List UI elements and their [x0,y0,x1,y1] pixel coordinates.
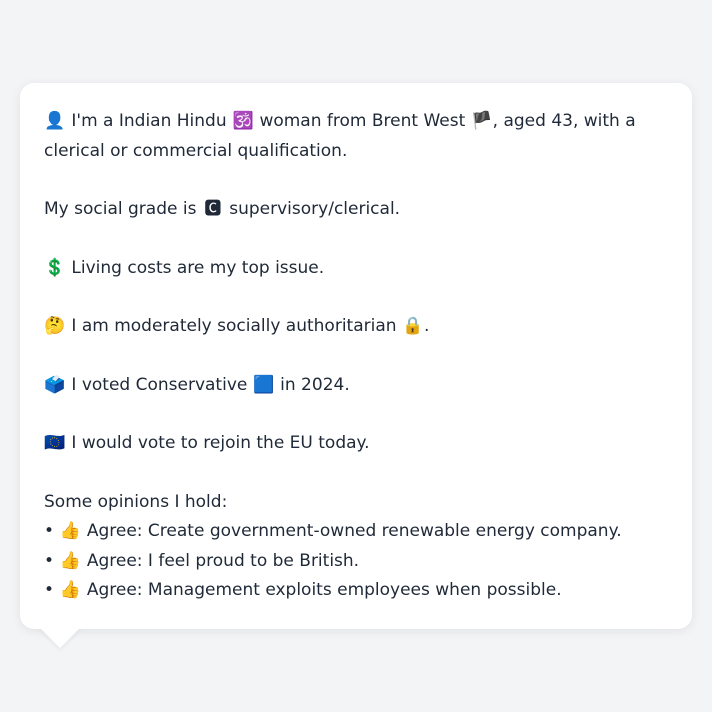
list-item: • 👍 Agree: Create government-owned renew… [44,517,672,547]
lock-icon: 🔒 [402,316,424,336]
intro-text-b: woman from Brent West [259,111,466,131]
thumbs-up-icon: 👍 [59,580,82,600]
thumbs-up-icon: 👍 [59,550,82,571]
social-grade-paragraph: My social grade is 🅲 supervisory/clerica… [44,195,672,225]
bullet: • [44,580,55,600]
eu-paragraph: 🇪🇺 I would vote to rejoin the EU today. [44,429,672,459]
issue-text: Living costs are my top issue. [71,257,325,278]
opinions-list: • 👍 Agree: Create government-owned renew… [44,517,672,606]
top-issue-paragraph: 💲 Living costs are my top issue. [44,254,672,284]
blue-square-icon: 🟦 [253,374,275,395]
thinking-face-icon: 🤔 [44,316,66,336]
opinion-text: Agree: Create government-owned renewable… [86,521,622,541]
opinions-title: Some opinions I hold: [44,491,228,512]
list-item: • 👍 Agree: Management exploits employees… [44,576,672,606]
intro-paragraph: 👤 I'm a Indian Hindu 🕉️ woman from Brent… [44,107,672,166]
bullet: • [44,550,55,571]
letter-c-icon: 🅲 [204,199,222,219]
eu-flag-icon: 🇪🇺 [44,433,66,453]
vote-text-a: I voted Conservative [71,374,248,395]
ballot-box-icon: 🗳️ [44,374,66,395]
vote-text-b: in 2024. [280,374,350,395]
om-icon: 🕉️ [232,111,254,131]
values-end: . [423,316,430,336]
england-flag-icon: 🏴 [471,111,493,131]
eu-text: I would vote to rejoin the EU today. [71,433,370,453]
thumbs-up-icon: 👍 [59,521,82,541]
opinion-text: Agree: I feel proud to be British. [86,550,360,571]
person-icon: 👤 [44,111,66,131]
social-text-a: My social grade is [44,199,197,219]
social-text-b: supervisory/clerical. [229,199,401,219]
speech-bubble-tail [40,628,80,648]
dollar-icon: 💲 [44,257,66,278]
values-paragraph: 🤔 I am moderately socially authoritarian… [44,312,672,342]
intro-text-a: I'm a Indian Hindu [71,111,227,131]
bullet: • [44,521,55,541]
opinion-text: Agree: Management exploits employees whe… [86,580,562,600]
persona-speech-bubble: 👤 I'm a Indian Hindu 🕉️ woman from Brent… [20,83,692,629]
values-text: I am moderately socially authoritarian [71,316,397,336]
list-item: • 👍 Agree: I feel proud to be British. [44,547,672,577]
vote-paragraph: 🗳️ I voted Conservative 🟦 in 2024. [44,371,672,401]
